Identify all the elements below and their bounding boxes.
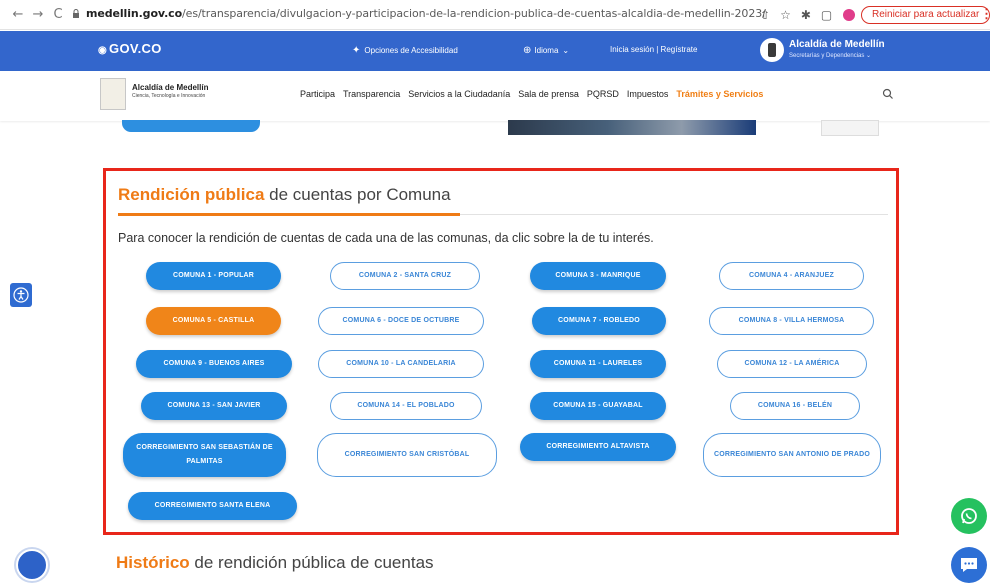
back-button[interactable]: ← (8, 7, 28, 22)
comuna-button-21[interactable]: CORREGIMIENTO SANTA ELENA (128, 492, 297, 520)
lock-icon (73, 9, 79, 18)
comuna-button-15[interactable]: COMUNA 15 - GUAYABAL (530, 392, 666, 420)
nav-links: Participa Transparencia Servicios a la Ciu… (300, 89, 771, 99)
org-subtitle[interactable]: Secretarías y Dependencias ⌄ (789, 52, 871, 59)
comuna-button-19[interactable]: CORREGIMIENTO ALTAVISTA (520, 433, 676, 461)
nav-link[interactable]: Participa (300, 89, 335, 99)
brand-subtitle: Ciencia, Tecnología e Innovación (132, 93, 206, 99)
comuna-button-2[interactable]: COMUNA 2 - SANTA CRUZ (330, 262, 480, 290)
whatsapp-icon[interactable] (951, 498, 987, 534)
comuna-button-14[interactable]: COMUNA 14 - EL POBLADO (330, 392, 482, 420)
forward-button[interactable]: → (28, 7, 48, 22)
comuna-button-6[interactable]: COMUNA 6 - DOCE DE OCTUBRE (318, 307, 484, 335)
comuna-button-17[interactable]: CORREGIMIENTO SAN SEBASTIÁN DE PALMITAS (123, 433, 286, 477)
nav-link-tramites[interactable]: Trámites y Servicios (676, 89, 763, 99)
comuna-button-8[interactable]: COMUNA 8 - VILLA HERMOSA (709, 307, 874, 335)
comuna-button-16[interactable]: COMUNA 16 - BELÉN (730, 392, 860, 420)
comuna-button-12[interactable]: COMUNA 12 - LA AMÉRICA (717, 350, 867, 378)
alcaldia-logo (760, 38, 784, 62)
banner-image (508, 120, 756, 135)
chevron-down-icon: ⌄ (562, 46, 570, 55)
url-path: /es/transparencia/divulgacion-y-particip… (182, 7, 766, 20)
globe-icon: ⊕ (523, 45, 532, 56)
accessibility-icon: ✦ (352, 45, 361, 56)
shield-icon: ◉ (98, 45, 108, 56)
chevron-down-icon: ⌄ (866, 53, 872, 59)
main-navigation: Alcaldía de Medellín Ciencia, Tecnología… (0, 71, 990, 121)
brand-logo[interactable] (100, 78, 126, 110)
share-icon[interactable]: ⇧ (760, 8, 770, 22)
report-thumbnail[interactable] (821, 120, 879, 136)
star-icon[interactable]: ☆ (780, 8, 791, 22)
nav-link[interactable]: PQRSD (587, 89, 619, 99)
comuna-button-3[interactable]: COMUNA 3 - MANRIQUE (530, 262, 666, 290)
comuna-button-4[interactable]: COMUNA 4 - ARANJUEZ (719, 262, 864, 290)
nav-link[interactable]: Servicios a la Ciudadanía (408, 89, 510, 99)
comuna-button-10[interactable]: COMUNA 10 - LA CANDELARIA (318, 350, 484, 378)
comuna-button-5[interactable]: COMUNA 5 - CASTILLA (146, 307, 281, 335)
comunas-panel: Rendición pública de cuentas por Comuna … (103, 168, 899, 535)
language-selector[interactable]: ⊕ Idioma ⌄ (523, 45, 569, 56)
profile-icon[interactable] (843, 9, 855, 21)
title-accent-line (118, 213, 460, 216)
download-report-button[interactable] (122, 120, 260, 132)
chatbot-icon[interactable] (16, 549, 48, 581)
brand-title[interactable]: Alcaldía de Medellín (132, 83, 208, 92)
reload-button[interactable]: C (48, 7, 68, 22)
org-title[interactable]: Alcaldía de Medellín (789, 39, 885, 50)
sidebar-icon[interactable]: ▢ (821, 8, 832, 22)
comuna-button-20[interactable]: CORREGIMIENTO SAN ANTONIO DE PRADO (703, 433, 881, 477)
comuna-button-18[interactable]: CORREGIMIENTO SAN CRISTÓBAL (317, 433, 497, 477)
nav-link[interactable]: Impuestos (627, 89, 669, 99)
address-bar[interactable]: medellin.gov.co/es/transparencia/divulga… (86, 7, 766, 20)
menu-icon[interactable]: ⋮ (980, 6, 990, 22)
accessibility-options[interactable]: ✦ Opciones de Accesibilidad (352, 45, 458, 56)
comuna-button-1[interactable]: COMUNA 1 - POPULAR (146, 262, 281, 290)
accessibility-icon (13, 287, 29, 303)
comuna-button-13[interactable]: COMUNA 13 - SAN JAVIER (141, 392, 287, 420)
search-icon[interactable] (882, 88, 894, 100)
nav-link[interactable]: Sala de prensa (518, 89, 579, 99)
url-domain: medellin.gov.co (86, 7, 183, 20)
accessibility-widget[interactable] (10, 283, 32, 307)
comuna-button-9[interactable]: COMUNA 9 - BUENOS AIRES (136, 350, 292, 378)
gov-bar: ◉ GOV.CO ✦ Opciones de Accesibilidad ⊕ Idio… (0, 31, 990, 71)
extensions-icon[interactable]: ✱ (801, 8, 811, 22)
intro-text: Para conocer la rendición de cuentas de … (118, 231, 654, 245)
browser-toolbar: ← → C medellin.gov.co/es/transparencia/d… (0, 0, 990, 30)
nav-link[interactable]: Transparencia (343, 89, 400, 99)
comuna-button-7[interactable]: COMUNA 7 - ROBLEDO (532, 307, 666, 335)
gov-logo[interactable]: ◉ GOV.CO (98, 41, 162, 56)
history-title: Histórico de rendición pública de cuenta… (116, 553, 434, 572)
section-title: Rendición pública de cuentas por Comuna (118, 185, 451, 204)
update-button[interactable]: Reiniciar para actualizar (861, 6, 990, 24)
comuna-button-11[interactable]: COMUNA 11 - LAURELES (530, 350, 666, 378)
login-links[interactable]: Inicia sesión | Regístrate (610, 45, 697, 54)
